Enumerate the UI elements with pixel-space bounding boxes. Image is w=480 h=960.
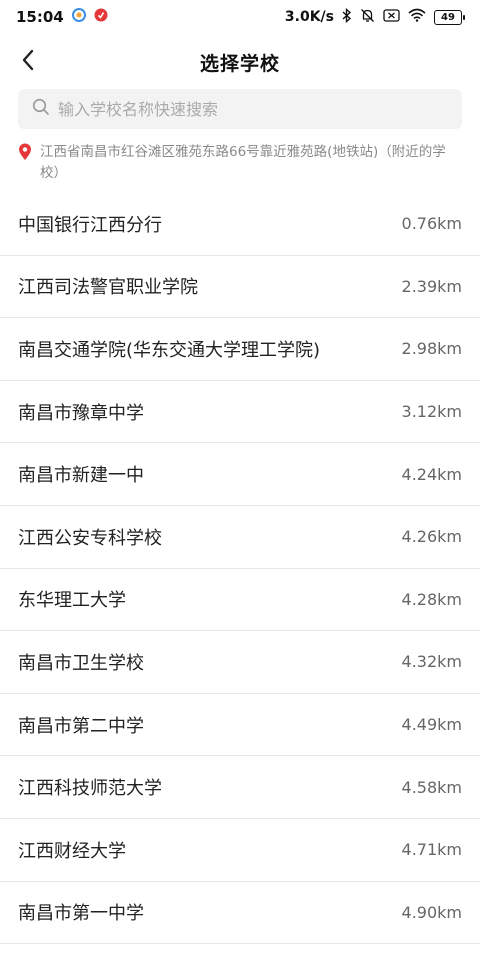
search-icon	[32, 98, 50, 120]
school-name: 南昌市卫生学校	[18, 652, 144, 674]
school-distance: 4.28km	[401, 589, 462, 609]
wifi-icon	[408, 8, 426, 26]
list-item[interactable]: 江西公安专科学校 4.26km	[0, 506, 480, 569]
school-name: 南昌市第二中学	[18, 715, 144, 737]
list-item[interactable]: 南昌市第一中学 4.90km	[0, 882, 480, 945]
school-name: 南昌市第一中学	[18, 903, 144, 925]
school-distance: 0.76km	[401, 214, 462, 234]
school-name: 南昌市新建一中	[18, 465, 144, 487]
battery-icon: 49	[434, 9, 465, 25]
mute-bell-icon	[360, 8, 375, 27]
list-item[interactable]: 江西司法警官职业学院 2.39km	[0, 256, 480, 319]
school-distance: 4.71km	[401, 840, 462, 860]
school-distance: 4.49km	[401, 715, 462, 735]
page-title: 选择学校	[199, 52, 280, 75]
school-distance: 3.12km	[401, 402, 462, 422]
chevron-left-icon	[21, 49, 35, 75]
school-name: 江西司法警官职业学院	[18, 277, 198, 299]
list-item[interactable]: 东华理工大学 4.28km	[0, 569, 480, 632]
location-text: 江西省南昌市红谷滩区雅苑东路66号靠近雅苑路(地铁站)（附近的学校）	[40, 144, 446, 181]
bluetooth-icon	[342, 7, 352, 27]
search-input[interactable]	[58, 99, 438, 119]
school-name: 江西公安专科学校	[18, 527, 162, 549]
sim-off-icon	[383, 8, 400, 26]
school-name: 中国银行江西分行	[18, 214, 162, 236]
current-location: 江西省南昌市红谷滩区雅苑东路66号靠近雅苑路(地铁站)（附近的学校）	[18, 142, 462, 184]
school-distance: 4.90km	[401, 902, 462, 922]
school-name: 江西财经大学	[18, 840, 126, 862]
list-item[interactable]: 南昌市第二中学 4.49km	[0, 694, 480, 757]
location-pin-icon	[18, 143, 32, 161]
school-name: 东华理工大学	[18, 590, 126, 612]
status-bar-left: 15:04	[16, 8, 108, 26]
list-item[interactable]: 南昌交通学院(华东交通大学理工学院) 2.98km	[0, 318, 480, 381]
list-item[interactable]: 南昌市豫章中学 3.12km	[0, 381, 480, 444]
school-distance: 4.32km	[401, 652, 462, 672]
school-distance: 2.98km	[401, 339, 462, 359]
list-item[interactable]: 南昌市新建一中 4.24km	[0, 443, 480, 506]
list-item[interactable]: 南昌市卫生学校 4.32km	[0, 631, 480, 694]
app-notification-icon-2	[94, 8, 108, 26]
school-distance: 4.24km	[401, 464, 462, 484]
school-distance: 2.39km	[401, 276, 462, 296]
school-name: 江西科技师范大学	[18, 778, 162, 800]
status-bar-right: 3.0K/s 49	[284, 7, 465, 27]
status-bar: 15:04 3.0K/s 49	[0, 0, 480, 34]
net-speed: 3.0K/s	[284, 9, 334, 25]
app-notification-icon	[71, 8, 86, 26]
school-distance: 4.58km	[401, 777, 462, 797]
school-list: 中国银行江西分行 0.76km 江西司法警官职业学院 2.39km 南昌交通学院…	[0, 193, 480, 945]
school-distance: 4.26km	[401, 527, 462, 547]
list-item[interactable]: 中国银行江西分行 0.76km	[0, 193, 480, 256]
list-item[interactable]: 江西科技师范大学 4.58km	[0, 756, 480, 819]
list-item[interactable]: 江西财经大学 4.71km	[0, 819, 480, 882]
back-button[interactable]	[14, 48, 42, 76]
school-name: 南昌交通学院(华东交通大学理工学院)	[18, 339, 321, 361]
header: 选择学校	[0, 36, 480, 88]
search-bar[interactable]	[18, 89, 462, 129]
status-time: 15:04	[16, 8, 64, 26]
school-name: 南昌市豫章中学	[18, 402, 144, 424]
